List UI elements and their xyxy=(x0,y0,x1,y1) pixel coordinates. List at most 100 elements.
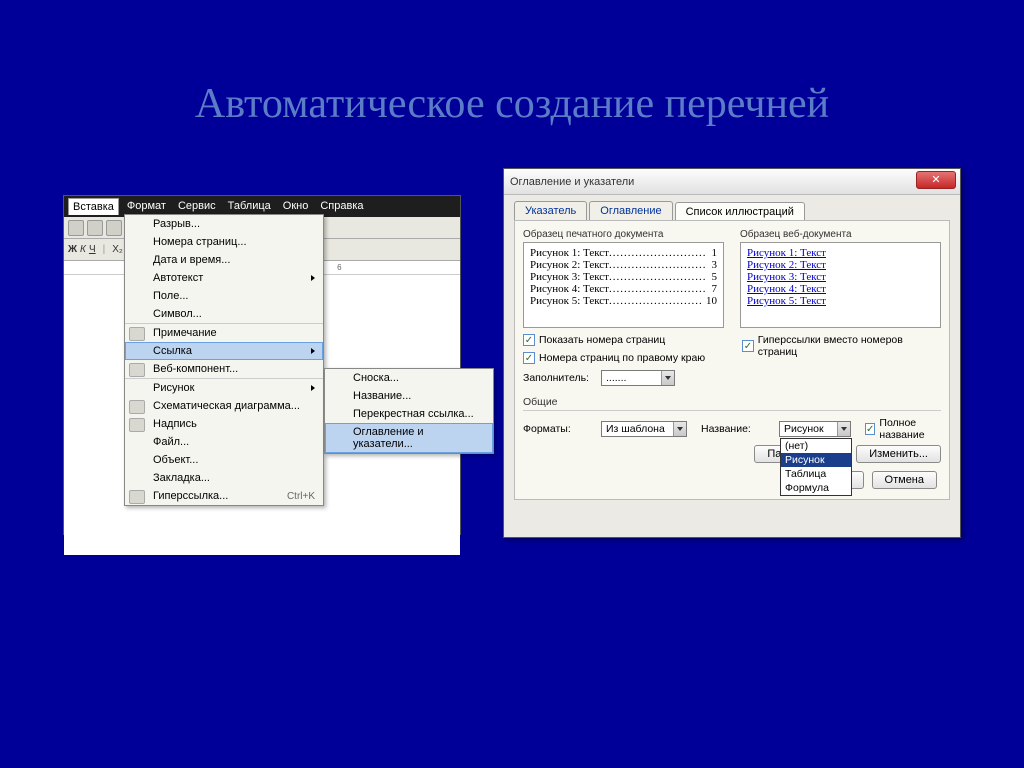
caption-dropdown-list: (нет)РисунокТаблицаФормула xyxy=(780,438,852,496)
menu-item-label: Дата и время... xyxy=(153,254,230,266)
menu-item[interactable]: Закладка... xyxy=(125,469,323,487)
common-group-label: Общие xyxy=(523,396,941,408)
formats-value: Из шаблона xyxy=(606,423,665,435)
menu-item-label: Символ... xyxy=(153,308,202,320)
menu-item-label: Надпись xyxy=(153,418,197,430)
checkbox-label: Гиперссылки вместо номеров страниц xyxy=(758,334,941,358)
preview-row: Рисунок 1: Текст .......................… xyxy=(530,247,717,259)
menu-item-label: Автотекст xyxy=(153,272,203,284)
menu-item[interactable]: Автотекст xyxy=(125,269,323,287)
tab[interactable]: Указатель xyxy=(514,201,587,220)
dropdown-option[interactable]: (нет) xyxy=(781,439,851,453)
toolbar-icon[interactable] xyxy=(87,220,103,236)
print-preview-label: Образец печатного документа xyxy=(523,229,724,240)
menubar-item[interactable]: Вставка xyxy=(68,198,119,215)
dialog-title-text: Оглавление и указатели xyxy=(510,176,634,188)
menu-item[interactable]: Объект... xyxy=(125,451,323,469)
menu-item-label: Гиперссылка... xyxy=(153,490,228,502)
checkbox-label: Номера страниц по правому краю xyxy=(539,352,705,364)
caption-select[interactable]: Рисунок (нет)РисунокТаблицаФормула xyxy=(779,421,851,437)
dialog-title: Оглавление и указатели ✕ xyxy=(504,169,960,195)
menubar-item[interactable]: Таблица xyxy=(224,198,275,215)
toc-dialog: Оглавление и указатели ✕ УказательОглавл… xyxy=(503,168,961,538)
checkbox-full-caption[interactable]: ✓Полное название xyxy=(865,417,941,441)
menu-item[interactable]: Дата и время... xyxy=(125,251,323,269)
menubar-item[interactable]: Окно xyxy=(279,198,313,215)
menu-item-label: Веб-компонент... xyxy=(153,363,238,375)
menu-item-label: Закладка... xyxy=(153,472,210,484)
submenu-arrow-icon xyxy=(311,275,315,281)
print-preview: Рисунок 1: Текст .......................… xyxy=(523,242,724,328)
menu-item[interactable]: Веб-компонент... xyxy=(125,360,323,378)
preview-link: Рисунок 5: Текст xyxy=(747,295,934,307)
menu-icon xyxy=(129,490,145,504)
chevron-down-icon[interactable] xyxy=(837,422,850,436)
preview-row: Рисунок 5: Текст .......................… xyxy=(530,295,717,307)
slide-title: Автоматическое создание перечней xyxy=(0,80,1024,128)
menu-item[interactable]: Рисунок xyxy=(125,378,323,397)
chevron-down-icon[interactable] xyxy=(673,422,686,436)
menu-item-label: Поле... xyxy=(153,290,189,302)
menu-item-label: Номера страниц... xyxy=(153,236,247,248)
toolbar-icon[interactable] xyxy=(68,220,84,236)
menu-item[interactable]: Примечание xyxy=(125,323,323,342)
submenu-item-label: Оглавление и указатели... xyxy=(353,426,485,450)
tab[interactable]: Оглавление xyxy=(589,201,672,220)
preview-row: Рисунок 2: Текст .......................… xyxy=(530,259,717,271)
checkbox-label: Показать номера страниц xyxy=(539,334,665,346)
menu-item[interactable]: Номера страниц... xyxy=(125,233,323,251)
tab[interactable]: Список иллюстраций xyxy=(675,202,805,221)
toolbar-icon[interactable] xyxy=(106,220,122,236)
formats-select[interactable]: Из шаблона xyxy=(601,421,687,437)
preview-link: Рисунок 3: Текст xyxy=(747,271,934,283)
menu-item[interactable]: Разрыв... xyxy=(125,215,323,233)
submenu-arrow-icon xyxy=(311,385,315,391)
leader-label: Заполнитель: xyxy=(523,372,595,384)
submenu-arrow-icon xyxy=(311,348,315,354)
menu-icon xyxy=(129,418,145,432)
preview-row: Рисунок 3: Текст .......................… xyxy=(530,271,717,283)
menu-item[interactable]: Ссылка xyxy=(125,342,323,360)
caption-label: Название: xyxy=(701,423,773,435)
menu-item[interactable]: Файл... xyxy=(125,433,323,451)
leader-select[interactable]: ....... xyxy=(601,370,675,386)
cancel-button[interactable]: Отмена xyxy=(872,471,937,489)
submenu-item[interactable]: Сноска... xyxy=(325,369,493,387)
tab-body: Образец печатного документа Рисунок 1: Т… xyxy=(514,220,950,500)
menu-item[interactable]: Гиперссылка... Ctrl+K xyxy=(125,487,323,505)
submenu-item[interactable]: Оглавление и указатели... xyxy=(325,423,493,453)
menu-item[interactable]: Надпись xyxy=(125,415,323,433)
leader-value: ....... xyxy=(606,372,626,384)
caption-value: Рисунок xyxy=(784,423,824,435)
menu-item[interactable]: Схематическая диаграмма... xyxy=(125,397,323,415)
submenu-item[interactable]: Название... xyxy=(325,387,493,405)
submenu-item[interactable]: Перекрестная ссылка... xyxy=(325,405,493,423)
menu-item-label: Файл... xyxy=(153,436,189,448)
dropdown-option[interactable]: Формула xyxy=(781,481,851,495)
menu-item[interactable]: Поле... xyxy=(125,287,323,305)
checkbox-hyperlinks[interactable]: ✓Гиперссылки вместо номеров страниц xyxy=(742,334,941,358)
menu-item-label: Примечание xyxy=(153,327,217,339)
menu-item[interactable]: Символ... xyxy=(125,305,323,323)
menu-item-label: Объект... xyxy=(153,454,198,466)
checkbox-show-pages[interactable]: ✓Показать номера страниц xyxy=(523,334,722,346)
menubar-item[interactable]: Формат xyxy=(123,198,170,215)
dropdown-option[interactable]: Рисунок xyxy=(781,453,851,467)
preview-link: Рисунок 2: Текст xyxy=(747,259,934,271)
preview-row: Рисунок 4: Текст .......................… xyxy=(530,283,717,295)
menubar-item[interactable]: Справка xyxy=(316,198,367,215)
close-button[interactable]: ✕ xyxy=(916,171,956,189)
checkbox-right-align[interactable]: ✓Номера страниц по правому краю xyxy=(523,352,722,364)
chevron-down-icon[interactable] xyxy=(661,371,674,385)
menu-item-label: Схематическая диаграмма... xyxy=(153,400,300,412)
menu-icon xyxy=(129,363,145,377)
menu-item-label: Ссылка xyxy=(153,345,192,357)
dropdown-option[interactable]: Таблица xyxy=(781,467,851,481)
submenu-item-label: Название... xyxy=(353,390,411,402)
tabs: УказательОглавлениеСписок иллюстраций xyxy=(504,195,960,220)
shortcut: Ctrl+K xyxy=(287,491,315,502)
menubar-item[interactable]: Сервис xyxy=(174,198,220,215)
menu-icon xyxy=(129,400,145,414)
menu-item-label: Разрыв... xyxy=(153,218,200,230)
modify-button[interactable]: Изменить... xyxy=(856,445,941,463)
